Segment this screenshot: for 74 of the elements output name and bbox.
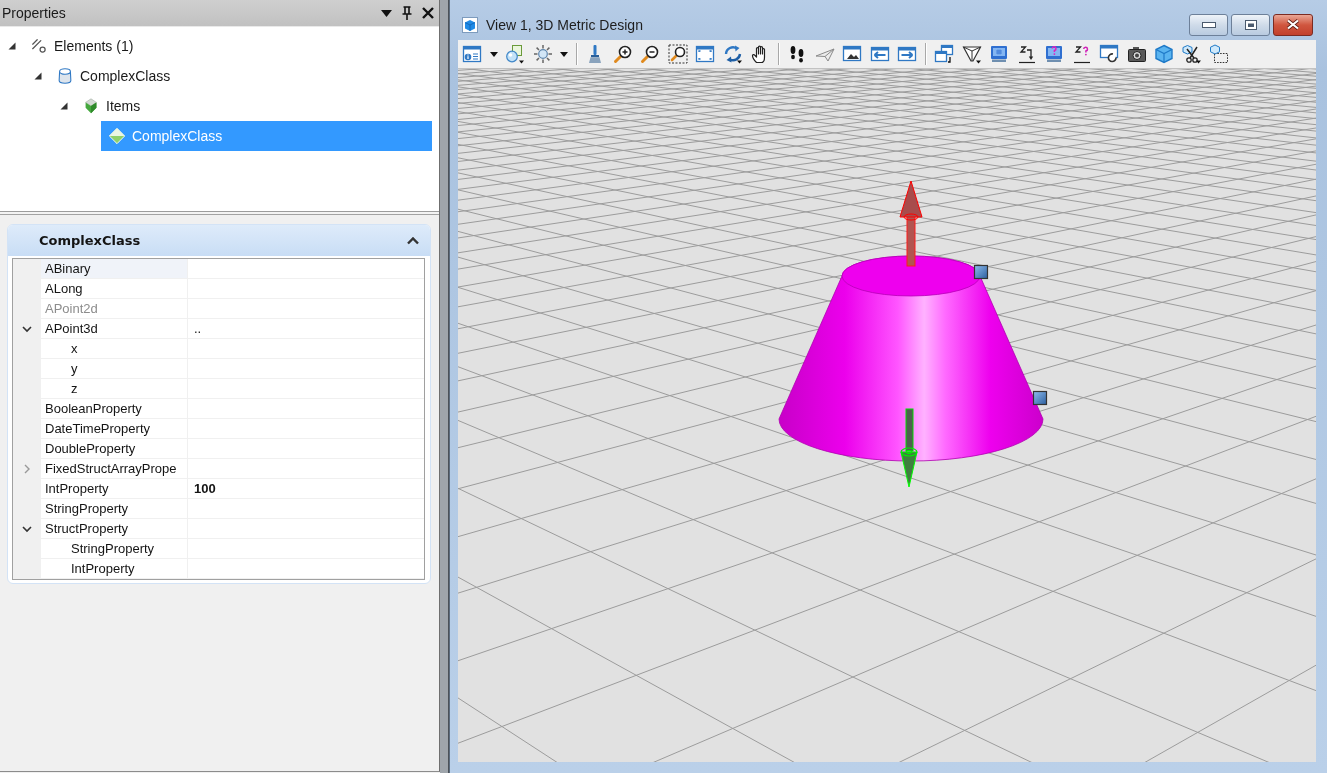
monitor-question-icon[interactable] (1044, 44, 1064, 64)
slashes-circle-icon (30, 37, 48, 55)
property-name-cell: ABinary (41, 259, 188, 279)
property-name-cell: APoint2d (41, 299, 188, 319)
sphere-square-icon[interactable] (505, 44, 525, 64)
panel-title: Properties (2, 5, 66, 21)
zoom-in-icon[interactable] (612, 44, 633, 64)
rotate-arrows-icon[interactable] (722, 44, 743, 64)
property-value: .. (194, 320, 202, 338)
triangle-icon[interactable] (60, 102, 68, 110)
zoom-out-icon[interactable] (640, 44, 660, 64)
triangle-icon[interactable] (34, 72, 42, 80)
gem-icon (82, 97, 100, 115)
close-icon (1286, 19, 1300, 30)
section-title: ComplexClass (39, 233, 141, 248)
frame-corners-icon[interactable] (695, 44, 715, 64)
property-name-cell: StructProperty (41, 519, 188, 539)
grip-handle[interactable] (1032, 390, 1048, 406)
close-icon[interactable] (422, 7, 434, 19)
splitter-bar[interactable] (440, 0, 449, 773)
tree-item[interactable]: Elements (1) (23, 31, 142, 61)
property-name-cell: DateTimeProperty (41, 419, 188, 439)
window-circle-icon[interactable] (1099, 44, 1119, 64)
triangle-icon[interactable] (8, 42, 16, 50)
caret-icon[interactable] (381, 9, 392, 17)
chevron-up-icon[interactable] (407, 236, 419, 245)
cube-icon[interactable] (1154, 44, 1174, 64)
zigzag-arrow-icon[interactable] (1016, 44, 1037, 64)
window-picture-icon[interactable] (842, 44, 862, 64)
window-arrow-left-icon[interactable] (869, 44, 890, 64)
property-name-cell: y (41, 359, 188, 379)
magnifier-dashed-frame-icon[interactable] (667, 44, 688, 64)
scissors-icon[interactable] (1181, 44, 1202, 64)
property-name-cell: DoubleProperty (41, 439, 188, 459)
property-name-cell: BooleanProperty (41, 399, 188, 419)
window-arrow-right-icon[interactable] (897, 44, 917, 64)
zigzag-question-icon[interactable] (1071, 44, 1092, 64)
stacked-windows-icon[interactable] (934, 44, 954, 64)
property-name-cell: IntProperty (41, 559, 188, 579)
minimize-icon (1201, 21, 1216, 28)
property-name-cell: StringProperty (41, 539, 188, 559)
property-name-cell: x (41, 339, 188, 359)
section-header[interactable]: ComplexClass (8, 225, 430, 256)
caret-icon[interactable] (489, 51, 498, 57)
tree-item[interactable]: Items (75, 91, 149, 121)
sun-icon[interactable] (532, 44, 553, 64)
arrow-down-handle[interactable] (900, 408, 918, 488)
pin-icon[interactable] (402, 6, 412, 20)
maximize-button[interactable] (1231, 13, 1270, 36)
close-button[interactable] (1273, 13, 1313, 36)
chevron-down-icon[interactable] (22, 324, 32, 334)
monitor-icon[interactable] (989, 44, 1009, 64)
minimize-button[interactable] (1189, 13, 1228, 36)
grip-handle[interactable] (973, 264, 989, 280)
chevron-down-icon[interactable] (22, 524, 32, 534)
property-name-cell: FixedStructArrayPrope (41, 459, 188, 479)
property-name-cell: StringProperty (41, 499, 188, 519)
property-name-cell: APoint3d (41, 319, 188, 339)
cylinder-icon (56, 67, 74, 85)
maximize-icon (1244, 19, 1257, 30)
pyramid-outline-icon[interactable] (961, 44, 982, 64)
window-title: View 1, 3D Metric Design (486, 16, 643, 33)
property-name-cell: ALong (41, 279, 188, 299)
dashed-rectangle-cube-icon[interactable] (1209, 44, 1229, 64)
property-name-cell: z (41, 379, 188, 399)
caret-icon[interactable] (560, 51, 568, 57)
property-name-cell: IntProperty (41, 479, 188, 499)
camera-icon[interactable] (1126, 44, 1147, 64)
window-info-icon[interactable] (462, 44, 482, 64)
tree-item[interactable]: ComplexClass (49, 61, 179, 91)
property-value: 100 (194, 480, 216, 498)
arrow-up-handle[interactable] (899, 180, 923, 267)
window-cube-icon (462, 16, 478, 33)
diamond-icon (108, 127, 126, 145)
